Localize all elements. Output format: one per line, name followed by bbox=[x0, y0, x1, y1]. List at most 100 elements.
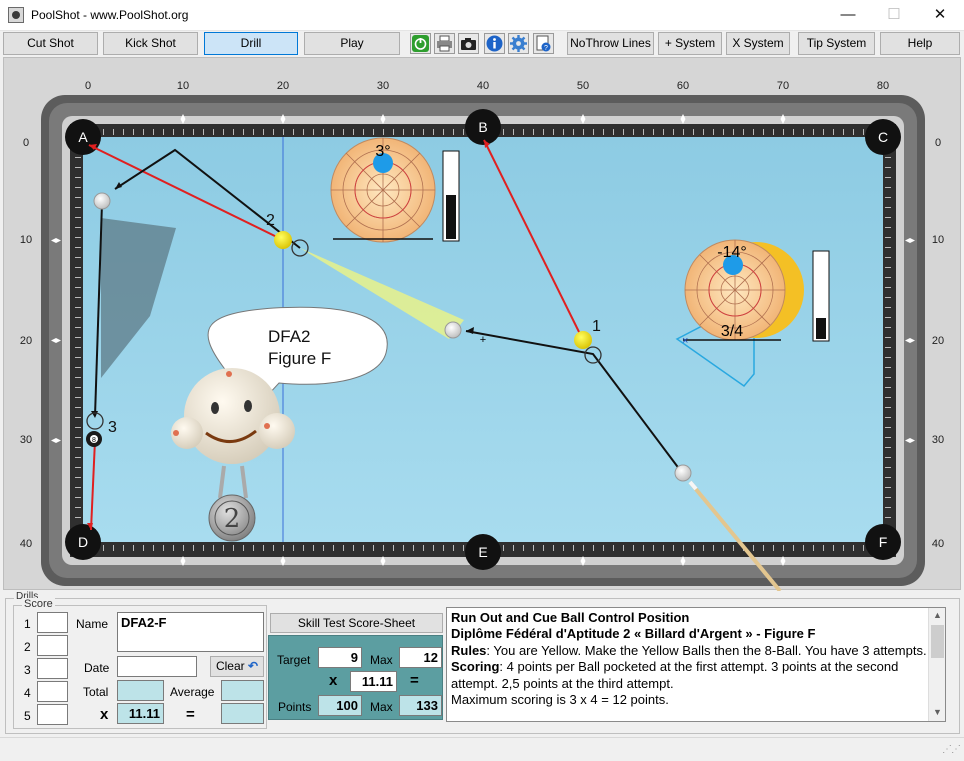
rules-paragraph: Rules: You are Yellow. Make the Yellow B… bbox=[451, 643, 927, 659]
rules-label: Rules bbox=[451, 642, 487, 658]
x-tick-label: 80 bbox=[877, 80, 889, 92]
max-points-field: 133 bbox=[399, 695, 442, 716]
info-icon[interactable] bbox=[484, 33, 505, 54]
pool-table[interactable]: 0 10 20 30 40 50 60 70 80 0 10 20 30 40 … bbox=[4, 58, 962, 593]
status-bar: ⋰⋰ bbox=[0, 737, 964, 761]
eight-ball-number: 8 bbox=[92, 437, 96, 444]
average-label: Average bbox=[170, 685, 215, 699]
cut-shot-button[interactable]: Cut Shot bbox=[3, 32, 98, 55]
print-icon[interactable] bbox=[434, 33, 455, 54]
attempt-score-input-5[interactable] bbox=[37, 704, 68, 725]
equals-symbol: = bbox=[186, 706, 195, 723]
attempt-score-input-1[interactable] bbox=[37, 612, 68, 633]
title-bar: PoolShot - www.PoolShot.org — ☐ ✕ bbox=[0, 0, 964, 31]
points-field: 100 bbox=[318, 695, 362, 716]
pocket-label-a: A bbox=[78, 129, 88, 145]
clear-button[interactable]: Clear ↶ bbox=[210, 656, 264, 677]
ball-label-2: 2 bbox=[266, 212, 275, 229]
y-tick-label: 0 bbox=[935, 137, 941, 149]
row-number: 2 bbox=[24, 640, 31, 654]
minimize-button[interactable]: — bbox=[825, 0, 871, 30]
multiplier-display: 11.11 bbox=[350, 671, 397, 692]
x-tick-label: 0 bbox=[85, 80, 91, 92]
ball-fraction-label: 3/4 bbox=[721, 323, 743, 340]
pool-table-view[interactable]: 0 10 20 30 40 50 60 70 80 0 10 20 30 40 … bbox=[3, 57, 962, 593]
x-tick-label: 60 bbox=[677, 80, 689, 92]
pocket-label-e: E bbox=[478, 544, 487, 560]
score-group-label: Score bbox=[22, 598, 55, 610]
name-label: Name bbox=[76, 617, 109, 631]
rules-heading-1: Run Out and Cue Ball Control Position bbox=[451, 610, 690, 625]
date-label: Date bbox=[84, 661, 110, 675]
rules-heading-2: Diplôme Fédéral d'Aptitude 2 « Billard d… bbox=[451, 626, 816, 642]
play-button[interactable]: Play bbox=[304, 32, 400, 55]
medal-number: 2 bbox=[224, 504, 241, 534]
gear-icon[interactable] bbox=[508, 33, 529, 54]
y-tick-label: 30 bbox=[20, 434, 32, 446]
rules-content: Run Out and Cue Ball Control Position Di… bbox=[451, 610, 927, 708]
yellow-ball-2[interactable] bbox=[274, 231, 292, 249]
rules-textbox[interactable]: Run Out and Cue Ball Control Position Di… bbox=[446, 607, 946, 722]
row-number: 4 bbox=[24, 686, 31, 700]
scoring-text: : 4 points per Ball pocketed at the firs… bbox=[451, 659, 899, 691]
scroll-up-icon[interactable]: ▲ bbox=[933, 610, 942, 620]
help-document-icon[interactable]: ? bbox=[533, 33, 554, 54]
scroll-down-icon[interactable]: ▼ bbox=[933, 707, 942, 717]
y-tick-label: 40 bbox=[20, 538, 32, 550]
nothrow-lines-button[interactable]: NoThrow Lines bbox=[567, 32, 654, 55]
scroll-thumb[interactable] bbox=[931, 625, 944, 658]
y-tick-label: 20 bbox=[932, 335, 944, 347]
yellow-ball-1[interactable] bbox=[574, 331, 592, 349]
app-icon bbox=[8, 7, 24, 23]
target-label: Target bbox=[277, 653, 311, 667]
cut-angle-label-2: -14° bbox=[717, 244, 747, 261]
tip-system-button[interactable]: Tip System bbox=[798, 32, 875, 55]
pocket-label-d: D bbox=[78, 534, 88, 550]
resize-grip-icon[interactable]: ⋰⋰ bbox=[942, 744, 961, 755]
multiply-symbol: x bbox=[100, 706, 109, 723]
power-icon[interactable] bbox=[410, 33, 431, 54]
max-scoring-text: Maximum scoring is 3 x 4 = 12 points. bbox=[451, 692, 669, 708]
cue-ball[interactable] bbox=[674, 464, 692, 482]
points-label: Points bbox=[278, 700, 312, 714]
speech-line-1: DFA2 bbox=[268, 327, 311, 346]
name-field[interactable]: DFA2-F bbox=[117, 612, 264, 652]
max-field[interactable]: 12 bbox=[399, 647, 442, 668]
maximize-button[interactable]: ☐ bbox=[871, 0, 917, 30]
toolbar: Cut Shot Kick Shot Drill Play ? NoThrow … bbox=[0, 31, 964, 57]
attempt-score-input-4[interactable] bbox=[37, 681, 68, 702]
clear-button-label: Clear bbox=[215, 659, 245, 673]
camera-icon[interactable] bbox=[458, 33, 479, 54]
row-number: 5 bbox=[24, 709, 31, 723]
y-tick-label: 20 bbox=[20, 335, 32, 347]
attempt-score-input-2[interactable] bbox=[37, 635, 68, 656]
max-points-label: Max bbox=[370, 700, 393, 714]
kick-shot-button[interactable]: Kick Shot bbox=[103, 32, 198, 55]
rules-text: : You are Yellow. Make the Yellow Balls … bbox=[486, 642, 927, 658]
help-button[interactable]: Help bbox=[880, 32, 960, 55]
close-button[interactable]: ✕ bbox=[917, 0, 963, 30]
x-tick-label: 20 bbox=[277, 80, 289, 92]
skill-test-panel: Target 9 Max 12 x 11.11 = Points 100 Max… bbox=[268, 635, 443, 720]
total-label: Total bbox=[83, 685, 109, 699]
ball-label-3: 3 bbox=[108, 419, 117, 436]
x-system-button[interactable]: X System bbox=[726, 32, 790, 55]
drill-button[interactable]: Drill bbox=[204, 32, 298, 55]
x-tick-label: 30 bbox=[377, 80, 389, 92]
cue-ball-position bbox=[93, 192, 111, 210]
attempt-score-input-3[interactable] bbox=[37, 658, 68, 679]
plus-system-button[interactable]: + System bbox=[658, 32, 722, 55]
pocket-label-b: B bbox=[478, 119, 487, 135]
date-field[interactable] bbox=[117, 656, 197, 677]
svg-text:?: ? bbox=[544, 45, 548, 52]
cue-ball-target bbox=[444, 321, 462, 339]
times-symbol: x bbox=[329, 672, 338, 689]
undo-icon: ↶ bbox=[247, 659, 259, 673]
row-number: 1 bbox=[24, 617, 31, 631]
rules-scrollbar[interactable]: ▲ ▼ bbox=[928, 608, 945, 721]
skill-test-score-sheet-button[interactable]: Skill Test Score-Sheet bbox=[270, 613, 443, 633]
target-field[interactable]: 9 bbox=[318, 647, 362, 668]
multiplier-field: 11.11 bbox=[117, 703, 164, 724]
x-tick-label: 70 bbox=[777, 80, 789, 92]
window-title: PoolShot - www.PoolShot.org bbox=[31, 8, 189, 22]
